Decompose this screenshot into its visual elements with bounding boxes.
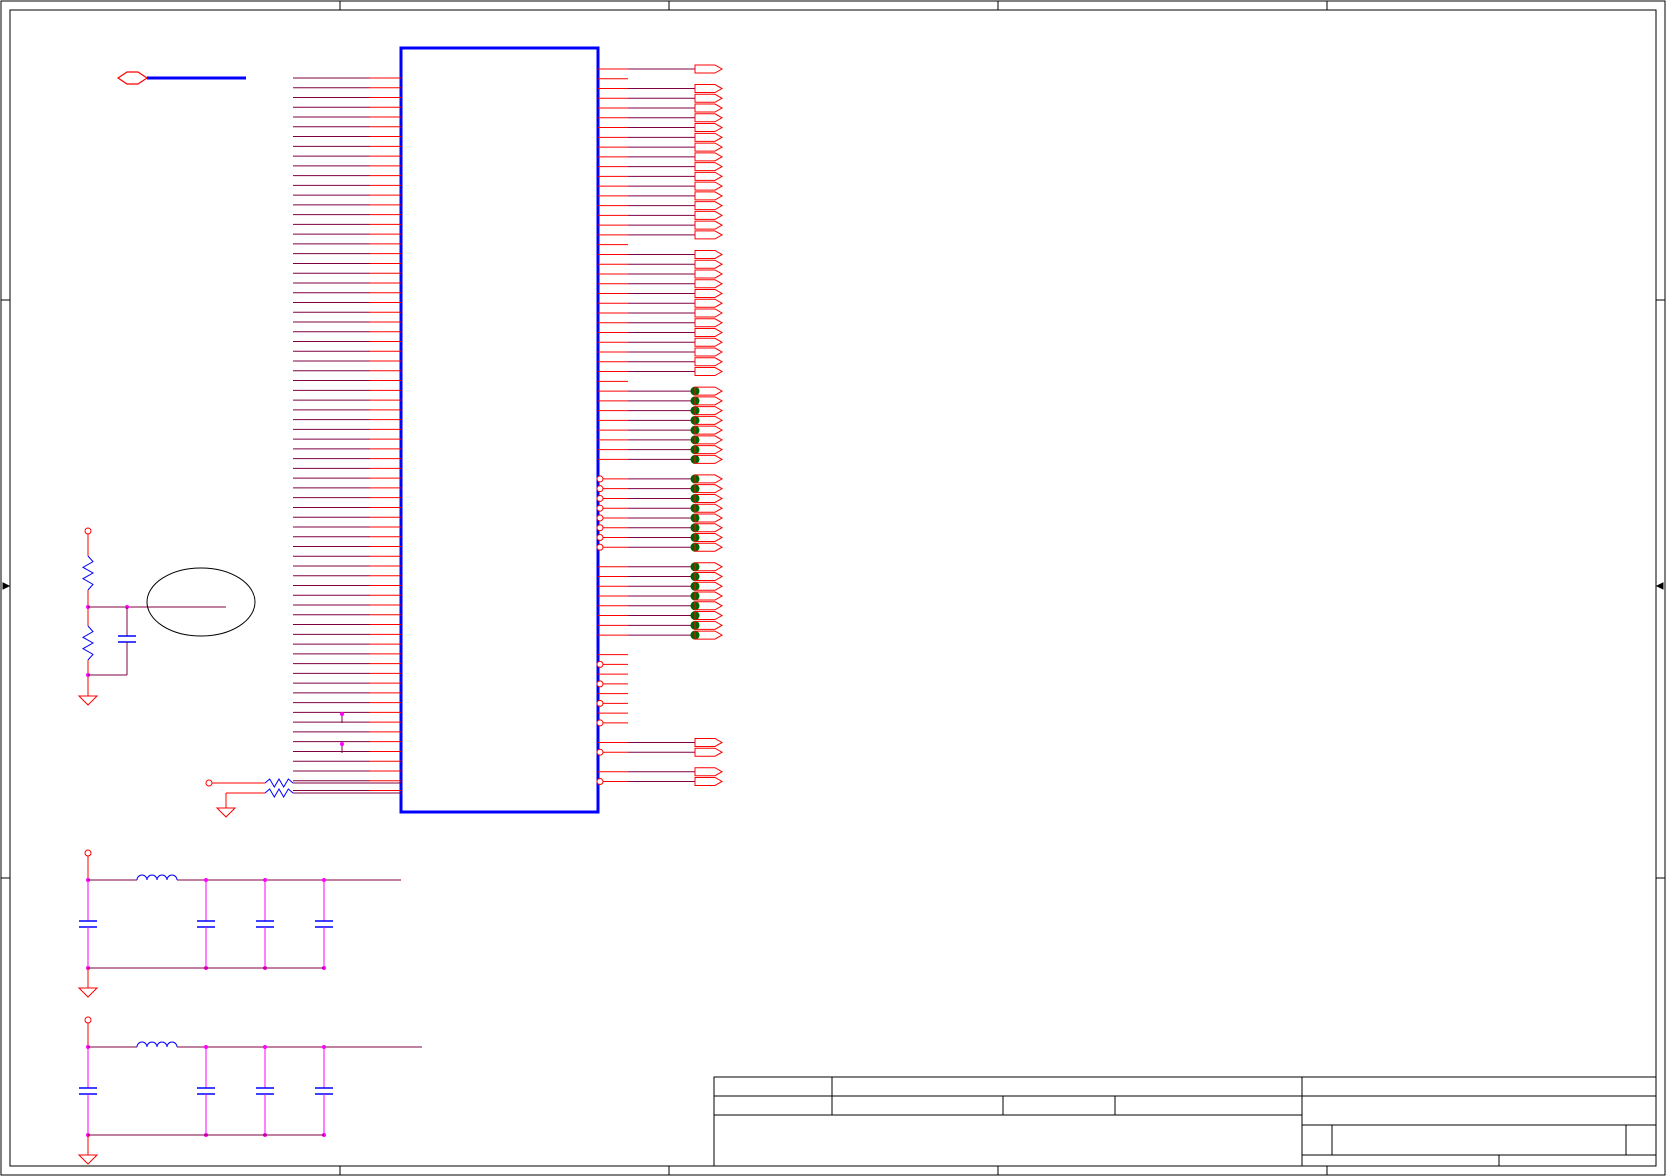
net-port	[694, 747, 724, 757]
filter-ground	[77, 980, 99, 998]
filter-capacitor	[315, 880, 333, 968]
net-port	[694, 123, 724, 133]
lc-filter-1	[77, 849, 401, 998]
terminal-ring	[596, 660, 604, 668]
zone-arrow-left	[2, 582, 11, 590]
ground-triangle	[215, 807, 237, 818]
net-port	[694, 113, 724, 123]
net-port	[694, 298, 724, 308]
net-port	[694, 367, 724, 377]
net-port	[694, 269, 724, 279]
ground-triangle	[77, 987, 99, 998]
junction-dot	[340, 712, 344, 716]
net-port	[694, 191, 724, 201]
net-port	[694, 152, 724, 162]
filter-input-terminal	[84, 849, 92, 857]
filter-capacitor	[197, 1047, 215, 1135]
net-port	[694, 259, 724, 269]
net-port	[694, 132, 724, 142]
ic-chip	[399, 46, 600, 814]
net-port	[694, 279, 724, 289]
reset-terminal	[205, 779, 213, 787]
net-port	[694, 220, 724, 230]
inner-border	[9, 9, 1657, 1167]
filter-ground	[77, 1147, 99, 1165]
divider-resistor-top	[81, 555, 95, 591]
net-port	[694, 288, 724, 298]
terminal-ring	[596, 680, 604, 688]
net-port	[694, 162, 724, 172]
terminal-ring	[596, 485, 604, 493]
net-port	[694, 308, 724, 318]
terminal-ring	[596, 514, 604, 522]
filter-capacitor	[256, 1047, 274, 1135]
title-block	[713, 1076, 1657, 1167]
reset-ground	[215, 800, 237, 818]
lc-filter-2	[77, 1016, 422, 1165]
filter-capacitor	[197, 880, 215, 968]
divider-ground	[77, 688, 99, 706]
schematic-canvas	[0, 0, 1666, 1176]
net-port	[694, 767, 724, 777]
terminal-ring	[596, 719, 604, 727]
terminal-ring	[596, 524, 604, 532]
net-port	[694, 181, 724, 191]
net-port	[694, 171, 724, 181]
net-port	[694, 93, 724, 103]
net-port	[694, 201, 724, 211]
reset-resistor-2	[264, 788, 294, 798]
chip-right-pins	[596, 64, 724, 786]
terminal-ring	[596, 699, 604, 707]
net-port	[694, 357, 724, 367]
net-port	[694, 142, 724, 152]
filter-capacitor	[79, 880, 97, 968]
net-port	[694, 64, 724, 74]
filter-input-terminal	[84, 1016, 92, 1024]
titleblock-border	[713, 1076, 1657, 1167]
filter-capacitor	[256, 880, 274, 968]
net-port	[694, 318, 724, 328]
ground-triangle	[77, 695, 99, 706]
net-port	[694, 328, 724, 338]
terminal-ring	[596, 543, 604, 551]
reset-resistor-1	[264, 778, 294, 788]
reset-resistor-network	[205, 778, 401, 818]
net-port	[694, 103, 724, 113]
terminal-ring	[596, 777, 604, 785]
net-port	[694, 347, 724, 357]
net-port	[694, 249, 724, 259]
power-port	[116, 71, 149, 85]
net-port	[694, 230, 724, 240]
filter-inductor	[136, 1041, 178, 1048]
net-port	[694, 337, 724, 347]
filter-inductor	[136, 874, 178, 881]
supply-terminal	[84, 527, 92, 535]
voltage-divider-circuit	[77, 527, 256, 706]
zone-arrow-right	[1655, 582, 1664, 590]
highlight-ellipse	[146, 567, 256, 637]
power-input-connector	[116, 71, 246, 85]
terminal-ring	[596, 504, 604, 512]
net-port	[694, 776, 724, 786]
terminal-ring	[596, 475, 604, 483]
lc-filter-circuits	[77, 849, 422, 1165]
chip-body	[399, 46, 600, 814]
terminal-ring	[596, 748, 604, 756]
ground-triangle	[77, 1154, 99, 1165]
net-port	[694, 210, 724, 220]
terminal-ring	[596, 533, 604, 541]
chip-left-pins	[293, 77, 401, 791]
junction-dot	[340, 742, 344, 746]
filter-capacitor	[79, 1047, 97, 1135]
net-port	[694, 84, 724, 94]
net-port	[694, 737, 724, 747]
filter-capacitor	[315, 1047, 333, 1135]
terminal-ring	[596, 494, 604, 502]
divider-resistor-bottom	[81, 625, 95, 661]
